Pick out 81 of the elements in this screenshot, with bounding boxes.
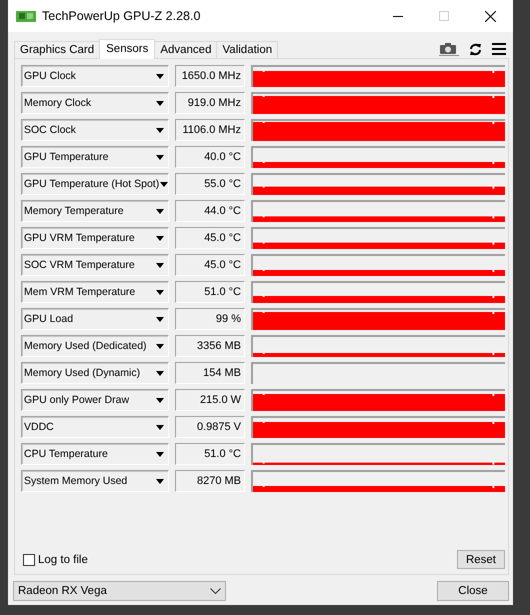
sensor-name: SOC VRM Temperature <box>24 259 136 271</box>
caret-icon <box>156 452 164 456</box>
caret-icon <box>160 182 168 186</box>
sensor-dropdown[interactable]: Mem VRM Temperature <box>21 281 169 303</box>
sensor-dropdown[interactable]: GPU Temperature (Hot Spot) <box>21 173 169 195</box>
sensor-dropdown[interactable]: GPU Load <box>21 308 169 330</box>
sensor-dropdown[interactable]: CPU Temperature <box>21 443 169 465</box>
sensor-reading: 99 % <box>175 308 245 330</box>
sensor-reading: 51.0 °C <box>175 443 245 465</box>
sensor-name: Memory Used (Dynamic) <box>24 367 142 379</box>
caret-icon <box>156 344 164 348</box>
sensor-name: Memory Clock <box>24 97 92 109</box>
sensor-dropdown[interactable]: Memory Used (Dynamic) <box>21 362 169 384</box>
sensor-reading: 40.0 °C <box>175 146 245 168</box>
caret-icon <box>156 236 164 240</box>
caret-icon <box>156 154 164 160</box>
sensor-reading: 55.0 °C <box>175 173 245 195</box>
caret-icon <box>156 208 164 214</box>
sensor-reading: 44.0 °C <box>175 200 245 222</box>
sensor-dropdown[interactable]: SOC VRM Temperature <box>21 254 169 276</box>
tab[interactable]: Graphics Card <box>14 41 100 58</box>
sensor-name: GPU only Power Draw <box>24 394 130 406</box>
sensor-name: Memory Temperature <box>24 205 125 217</box>
sensor-name: VDDC <box>24 421 55 433</box>
sensor-reading: 0.9875 V <box>175 416 245 438</box>
caret-icon <box>156 74 164 78</box>
sensor-name: CPU Temperature <box>24 448 109 460</box>
sensor-reading: 919.0 MHz <box>175 92 245 114</box>
caret-icon <box>156 370 164 376</box>
log-checkbox[interactable] <box>23 554 35 566</box>
caret-icon <box>156 424 164 430</box>
sensor-reading: 1106.0 MHz <box>175 119 245 141</box>
tab[interactable]: Validation <box>216 41 278 58</box>
sensor-reading: 215.0 W <box>175 389 245 411</box>
caret-icon <box>156 100 164 106</box>
sensor-name: GPU Temperature (Hot Spot) <box>24 178 160 190</box>
sensor-name: GPU Clock <box>24 70 77 82</box>
caret-icon <box>156 262 164 268</box>
caret-icon <box>156 290 164 294</box>
sensor-reading: 154 MB <box>175 362 245 384</box>
graphics-card-icon <box>16 10 36 22</box>
sensor-name: Mem VRM Temperature <box>24 286 136 298</box>
sensor-reading: 45.0 °C <box>175 254 245 276</box>
gpu-dropdown[interactable]: Radeon RX Vega <box>13 581 226 601</box>
menu-icon[interactable] <box>492 43 506 55</box>
gpu-name: Radeon RX Vega <box>18 585 108 597</box>
refresh-icon[interactable] <box>469 42 482 56</box>
close-window-button[interactable]: Close <box>437 581 509 601</box>
sensor-reading: 45.0 °C <box>175 227 245 249</box>
sensor-name: Memory Used (Dedicated) <box>24 340 148 352</box>
caret-icon <box>156 398 164 402</box>
log-label: Log to file <box>38 554 88 566</box>
sensor-dropdown[interactable]: GPU Temperature <box>21 146 169 168</box>
sensor-name: System Memory Used <box>24 475 128 487</box>
maximize-icon <box>439 11 449 21</box>
sensor-dropdown[interactable]: GPU Clock <box>21 65 169 87</box>
caret-icon <box>156 478 164 484</box>
sensor-dropdown[interactable]: Memory Clock <box>21 92 169 114</box>
sensor-dropdown[interactable]: VDDC <box>21 416 169 438</box>
chevron-icon <box>210 588 221 594</box>
sensor-name: GPU VRM Temperature <box>24 232 136 244</box>
sensor-name: GPU Load <box>24 313 74 325</box>
sensor-reading: 3356 MB <box>175 335 245 357</box>
sensor-reading: 8270 MB <box>175 470 245 492</box>
close-icon <box>484 10 496 22</box>
camera-icon[interactable] <box>439 42 459 56</box>
tab[interactable]: Sensors <box>99 39 156 59</box>
sensor-dropdown[interactable]: Memory Used (Dedicated) <box>21 335 169 357</box>
sensor-dropdown[interactable]: GPU only Power Draw <box>21 389 169 411</box>
caret-icon <box>156 128 164 132</box>
sensor-dropdown[interactable]: SOC Clock <box>21 119 169 141</box>
sensor-dropdown[interactable]: GPU VRM Temperature <box>21 227 169 249</box>
sensor-name: SOC Clock <box>24 124 77 136</box>
sensor-reading: 1650.0 MHz <box>175 65 245 87</box>
reset-button[interactable]: Reset <box>456 550 505 569</box>
sensor-dropdown[interactable]: Memory Temperature <box>21 200 169 222</box>
window-title: TechPowerUp GPU-Z 2.28.0 <box>42 9 202 23</box>
sensor-reading: 51.0 °C <box>175 281 245 303</box>
caret-icon <box>156 316 164 322</box>
sensor-dropdown[interactable]: System Memory Used <box>21 470 169 492</box>
sensor-name: GPU Temperature <box>24 151 110 163</box>
